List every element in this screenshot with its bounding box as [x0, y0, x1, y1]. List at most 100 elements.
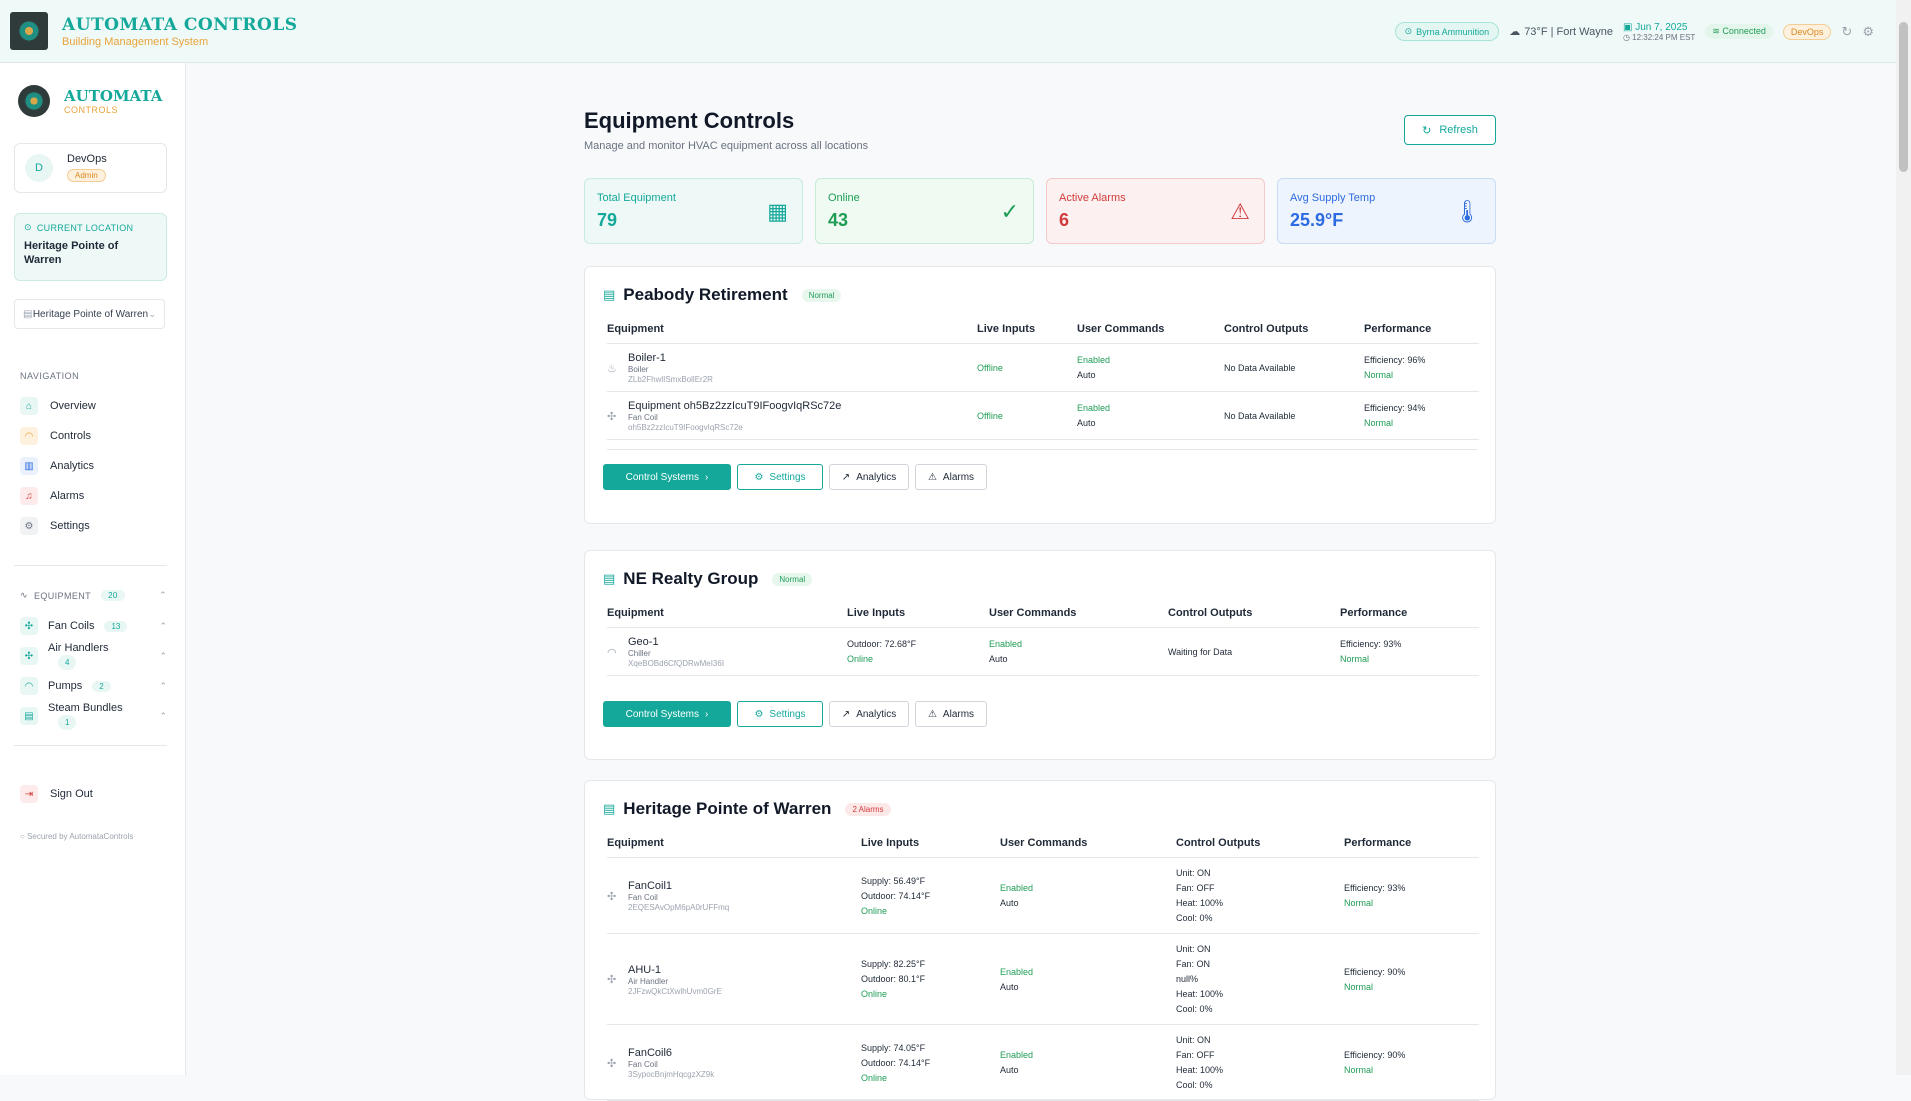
user-card[interactable]: D DevOps Admin [14, 143, 167, 193]
scrollbar[interactable] [1896, 0, 1911, 1075]
equipment-type: Boiler [628, 365, 649, 374]
analytics-button[interactable]: ↗ Analytics [829, 701, 909, 727]
location-select[interactable]: ▤ Heritage Pointe of Warren ⌄ [14, 299, 165, 329]
equipment-item-label: Fan Coils [48, 620, 95, 632]
user-name: DevOps [67, 153, 107, 165]
efficiency: Efficiency: 93% [1340, 639, 1402, 649]
equipment-table: Equipment Live Inputs User Commands Cont… [607, 607, 1479, 676]
equipment-id: XqeBOBd6CfQDRwMeI36I [628, 659, 725, 668]
datetime: ▣ Jun 7, 2025 ◷ 12:32:24 PM EST [1623, 22, 1695, 42]
role-badge: DevOps [1782, 23, 1832, 40]
equipment-name: Boiler-1 [628, 352, 666, 364]
chevron-right-icon: › [705, 708, 709, 720]
location-name: Peabody Retirement [623, 285, 788, 304]
refresh-icon[interactable]: ↻ [1841, 24, 1852, 40]
nav-label-settings: Settings [50, 520, 90, 532]
equipment-item-count: 1 [58, 715, 77, 730]
control-output: Fan: OFF [1176, 883, 1215, 893]
control-output: Heat: 100% [1176, 989, 1224, 999]
command-mode: Auto [1077, 418, 1096, 428]
live-input-status: Online [861, 1072, 888, 1083]
chevron-up-icon: ⌃ [159, 590, 167, 600]
activity-icon: ∿ [20, 590, 28, 600]
alarms-button[interactable]: ⚠ Alarms [915, 701, 987, 727]
main-content: Equipment Controls Manage and monitor HV… [186, 63, 1896, 1101]
table-row[interactable]: ◠ Geo-1 Chiller XqeBOBd6CfQDRwMeI36I Outdoo… [607, 627, 1479, 676]
control-output: Fan: ON [1176, 959, 1211, 969]
command-enabled: Enabled [1000, 966, 1034, 977]
page-title: Equipment Controls [584, 108, 795, 133]
user-role-badge: Admin [67, 169, 106, 182]
equipment-fan-coils[interactable]: ✣ Fan Coils 13 ⌃ [20, 611, 167, 641]
chevron-up-icon: ⌃ [159, 650, 167, 661]
time-text: ◷ 12:32:24 PM EST [1622, 32, 1696, 42]
equipment-name: Equipment oh5Bz2zzIcuT9IFoogvIqRSc72e [628, 400, 842, 412]
live-input: Outdoor: 80.1°F [861, 974, 926, 984]
logout-icon: ⇥ [20, 785, 38, 803]
control-systems-button[interactable]: Control Systems › [603, 701, 731, 727]
settings-button[interactable]: ⚙ Settings [737, 701, 823, 727]
performance-status: Normal [1364, 370, 1394, 380]
control-systems-button[interactable]: Control Systems › [603, 464, 731, 490]
location-name: Heritage Pointe of Warren [623, 799, 832, 818]
equipment-type: Fan Coil [628, 413, 658, 422]
settings-button[interactable]: ⚙ Settings [737, 464, 823, 490]
table-row[interactable]: ✣ FanCoil6 Fan Coil 3SypocBnjmHqcgzXZ9k Sup… [607, 1024, 1479, 1101]
equipment-name: AHU-1 [628, 963, 662, 976]
building-icon: ▤ [603, 571, 616, 586]
command-mode: Auto [989, 654, 1008, 664]
equipment-table: Equipment Live Inputs User Commands Cont… [607, 323, 1479, 440]
analytics-label: Analytics [856, 471, 897, 483]
control-output: Unit: ON [1176, 868, 1211, 878]
analytics-button[interactable]: ↗ Analytics [829, 464, 909, 490]
equipment-id: ZLb2FhwlISmxBollEr2R [628, 375, 713, 384]
secured-text: Secured by AutomataControls [27, 832, 134, 841]
analytics-label: Analytics [856, 708, 897, 720]
stat-label: Active Alarms [1059, 192, 1126, 204]
chevron-right-icon: › [705, 471, 709, 483]
nav-item-settings[interactable]: ⚙ Settings [20, 511, 185, 541]
time-value: 12:32:24 PM EST [1632, 32, 1696, 42]
command-mode: Auto [1000, 981, 1019, 992]
card-actions: Control Systems › ⚙ Settings ↗ Analytics ⚠ A… [585, 464, 1495, 490]
equipment-air-handlers[interactable]: ✣ Air Handlers 4 ⌃ [20, 641, 167, 671]
gear-icon[interactable]: ⚙ [1862, 24, 1874, 40]
divider [14, 745, 167, 746]
weather-text: 73°F | Fort Wayne [1524, 25, 1613, 38]
col-equipment: Equipment [607, 837, 861, 858]
refresh-button[interactable]: ↻ Refresh [1404, 115, 1496, 145]
table-row[interactable]: ♨ Boiler-1 Boiler ZLb2FhwlISmxBollEr2R Offl… [607, 343, 1479, 392]
settings-label: Settings [769, 471, 806, 483]
nav-item-analytics[interactable]: ▥ Analytics [20, 451, 185, 481]
status-badge: Normal [801, 288, 842, 302]
stat-online: Online 43 ✓ [815, 178, 1034, 244]
scrollbar-thumb[interactable] [1899, 22, 1908, 172]
equipment-pumps[interactable]: ◠ Pumps 2 ⌃ [20, 671, 167, 701]
command-enabled: Enabled [1077, 355, 1111, 365]
nav-item-alarms[interactable]: ♫ Alarms [20, 481, 185, 511]
control-output: Heat: 100% [1176, 1065, 1224, 1075]
nav-item-controls[interactable]: ◠ Controls [20, 421, 185, 451]
live-input-status: Online [861, 905, 888, 916]
control-systems-label: Control Systems [625, 708, 699, 720]
equipment-item-count: 4 [58, 655, 77, 670]
alarms-button[interactable]: ⚠ Alarms [915, 464, 987, 490]
nav-item-overview[interactable]: ⌂ Overview [20, 391, 185, 421]
table-row[interactable]: ✣ FanCoil1 Fan Coil 2EQESAvOpM6pA0rUFFmq Su… [607, 857, 1479, 934]
sign-out-button[interactable]: ⇥ Sign Out [20, 782, 185, 806]
app-logo[interactable] [10, 12, 48, 50]
efficiency: Efficiency: 90% [1344, 966, 1406, 977]
equipment-section-header[interactable]: ∿ EQUIPMENT 20 ⌃ [20, 590, 167, 601]
live-input: Offline [977, 363, 1003, 373]
table-row[interactable]: ✣ AHU-1 Air Handler 2JFzwQkCtXwlhUvm0GrE Su… [607, 933, 1479, 1025]
sidebar-brand-title: AUTOMATA [64, 87, 163, 105]
location-pill[interactable]: ⊙ Byrna Ammunition [1394, 22, 1500, 41]
col-user-commands: User Commands [989, 607, 1168, 628]
stat-active-alarms: Active Alarms 6 ⚠ [1046, 178, 1265, 244]
card-actions: Control Systems › ⚙ Settings ↗ Analytics ⚠ A… [585, 701, 1495, 727]
table-row[interactable]: ✣ Equipment oh5Bz2zzIcuT9IFoogvIqRSc72e Fa… [607, 391, 1479, 440]
current-location-card: ⊙ CURRENT LOCATION Heritage Pointe of War… [14, 213, 167, 281]
control-output: Cool: 0% [1176, 1080, 1213, 1090]
equipment-name: Geo-1 [628, 636, 659, 648]
equipment-steam-bundles[interactable]: ▤ Steam Bundles 1 ⌃ [20, 701, 167, 731]
